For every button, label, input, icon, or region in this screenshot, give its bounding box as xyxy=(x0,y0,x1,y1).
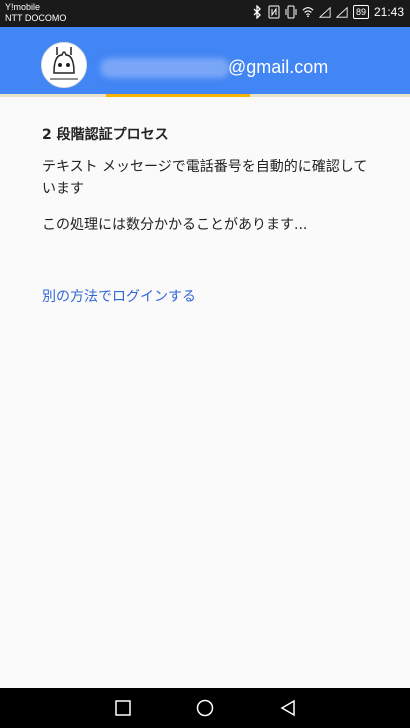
status-bar: Y!mobile NTT DOCOMO 89 21:43 xyxy=(0,0,410,27)
nfc-icon xyxy=(268,5,280,19)
alternate-login-link[interactable]: 別の方法でログインする xyxy=(42,286,196,306)
wait-message: この処理には数分かかることがあります... xyxy=(42,217,308,233)
account-email-domain: @gmail.com xyxy=(228,57,329,77)
carrier-label-1: Y!mobile xyxy=(5,2,41,12)
signal-icon xyxy=(318,6,331,18)
bluetooth-icon xyxy=(253,5,261,19)
avatar-illustration-icon xyxy=(42,43,86,87)
battery-icon: 89 xyxy=(352,5,369,19)
progress-bar-fill xyxy=(106,94,250,97)
verification-description: テキスト メッセージで電話番号を自動的に確認しています xyxy=(42,159,368,197)
status-icons: 89 21:43 xyxy=(251,5,404,19)
avatar xyxy=(41,42,87,88)
back-icon[interactable] xyxy=(278,698,298,718)
wifi-icon xyxy=(302,7,314,18)
carrier-info: Y!mobile NTT DOCOMO xyxy=(5,2,66,24)
signal-icon xyxy=(335,6,348,18)
home-icon[interactable] xyxy=(195,698,215,718)
vibrate-icon xyxy=(285,5,297,19)
navigation-bar xyxy=(0,688,410,728)
clock: 21:43 xyxy=(373,5,404,19)
email-local-part-redacted xyxy=(100,58,230,78)
page-title: 2 段階認証プロセス xyxy=(42,127,169,143)
carrier-label-2: NTT DOCOMO xyxy=(5,13,67,23)
recent-apps-icon[interactable] xyxy=(113,698,133,718)
